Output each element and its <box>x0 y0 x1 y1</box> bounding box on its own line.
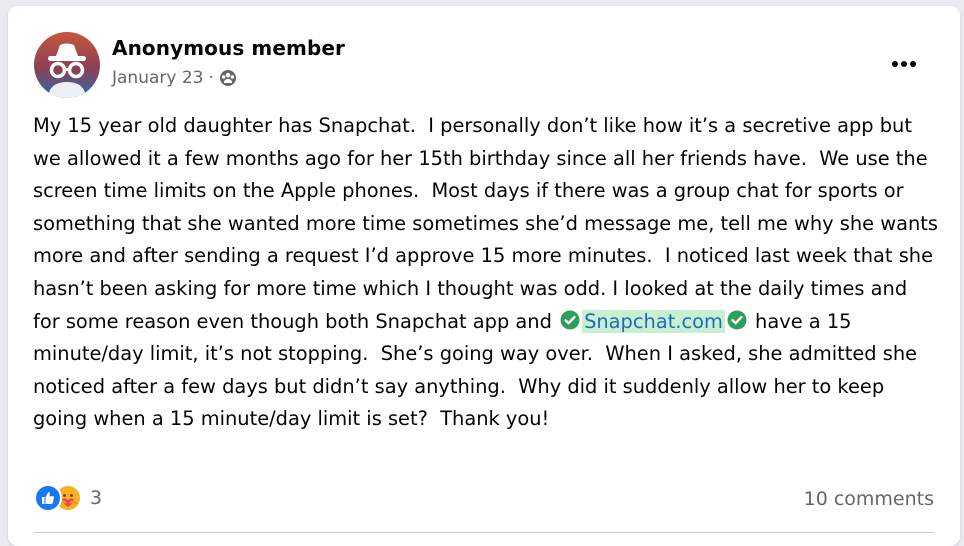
post-date[interactable]: January 23 <box>112 68 203 88</box>
post-card: Anonymous member January 23 · My 15 year… <box>8 6 960 546</box>
more-dots-icon <box>892 61 916 67</box>
reactions-summary[interactable]: 3 <box>34 484 102 512</box>
post-body-text-start: My 15 year old daughter has Snapchat. I … <box>33 114 945 333</box>
action-divider <box>34 532 934 533</box>
snapchat-link[interactable]: Snapchat.com <box>582 309 725 333</box>
safe-link-check-icon <box>560 310 580 330</box>
meta-separator: · <box>208 68 214 88</box>
incognito-icon <box>48 43 86 98</box>
reaction-count: 3 <box>90 487 103 509</box>
post-meta: January 23 · <box>112 68 237 88</box>
author-name[interactable]: Anonymous member <box>112 36 345 60</box>
comments-count-link[interactable]: 10 comments <box>804 488 934 510</box>
verified-link-check-icon <box>727 310 747 330</box>
more-options-button[interactable] <box>884 44 924 84</box>
post-body: My 15 year old daughter has Snapchat. I … <box>33 110 938 436</box>
anonymous-avatar[interactable] <box>34 32 100 98</box>
like-icon <box>34 484 62 512</box>
group-audience-icon <box>219 70 236 86</box>
